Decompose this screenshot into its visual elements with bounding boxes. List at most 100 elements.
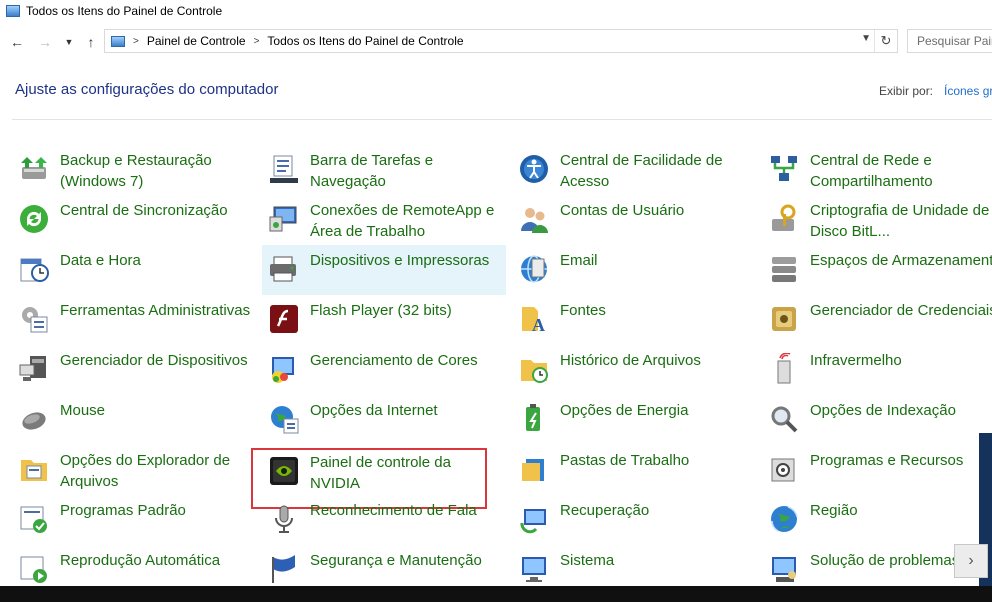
navigation-bar: ← → ▼ ↑ > Painel de Controle > Todos os … xyxy=(0,29,992,55)
address-bar[interactable]: > Painel de Controle > Todos os Itens do… xyxy=(104,29,898,53)
control-panel-item-label[interactable]: Reconhecimento de Fala xyxy=(310,500,506,521)
user-accounts-icon xyxy=(518,203,550,235)
color-management-icon xyxy=(268,353,300,385)
control-panel-item-label[interactable]: Opções de Indexação xyxy=(810,400,992,421)
chevron-down-icon[interactable]: ▼ xyxy=(861,33,871,44)
file-history-icon xyxy=(518,353,550,385)
control-panel-item-label[interactable]: Central de Facilidade de Acesso xyxy=(560,150,756,192)
sync-icon xyxy=(18,203,50,235)
control-panel-item[interactable]: Conexões de RemoteApp e Área de Trabalho xyxy=(262,195,506,245)
arrow-up-icon[interactable]: ↑ xyxy=(82,33,100,51)
control-panel-item[interactable]: Histórico de Arquivos xyxy=(512,345,756,395)
region-icon xyxy=(768,503,800,535)
control-panel-item[interactable]: Email xyxy=(512,245,756,295)
control-panel-item-label[interactable]: Histórico de Arquivos xyxy=(560,350,756,371)
title-bar: Todos os Itens do Painel de Controle xyxy=(0,0,992,22)
search-input[interactable]: Pesquisar Painel de Controle xyxy=(907,29,992,53)
breadcrumb-control-panel[interactable]: Painel de Controle xyxy=(147,34,246,48)
control-panel-item[interactable]: Opções da Internet xyxy=(262,395,506,445)
breadcrumb-all-items[interactable]: Todos os Itens do Painel de Controle xyxy=(267,34,463,48)
arrow-right-icon[interactable]: → xyxy=(36,33,54,51)
control-panel-item[interactable]: Opções de Indexação xyxy=(762,395,992,445)
control-panel-item[interactable]: Reconhecimento de Fala xyxy=(262,495,506,545)
control-panel-item-label[interactable]: Dispositivos e Impressoras xyxy=(310,250,506,271)
control-panel-item-label[interactable]: Fontes xyxy=(560,300,756,321)
control-panel-item-label[interactable]: Email xyxy=(560,250,756,271)
credential-manager-icon xyxy=(768,303,800,335)
control-panel-item[interactable]: Central de Rede e Compartilhamento xyxy=(762,145,992,195)
chevron-right-icon[interactable]: > xyxy=(254,36,260,47)
control-panel-item-label[interactable]: Opções de Energia xyxy=(560,400,756,421)
control-panel-item-label[interactable]: Barra de Tarefas e Navegação xyxy=(310,150,506,192)
view-by-dropdown[interactable]: Ícones grandes xyxy=(944,84,992,98)
control-panel-item-label[interactable]: Infravermelho xyxy=(810,350,992,371)
control-panel-item-label[interactable]: Flash Player (32 bits) xyxy=(310,300,506,321)
control-panel-item[interactable]: Opções de Energia xyxy=(512,395,756,445)
control-panel-item-label[interactable]: Data e Hora xyxy=(60,250,256,271)
control-panel-item[interactable]: Flash Player (32 bits) xyxy=(262,295,506,345)
security-maintenance-icon xyxy=(268,553,300,585)
control-panel-item-label[interactable]: Mouse xyxy=(60,400,256,421)
control-panel-item[interactable]: Espaços de Armazenamento xyxy=(762,245,992,295)
control-panel-item-label[interactable]: Opções da Internet xyxy=(310,400,506,421)
control-panel-item[interactable]: Gerenciador de Credenciais xyxy=(762,295,992,345)
control-panel-item[interactable]: Programas e Recursos xyxy=(762,445,992,495)
control-panel-item[interactable]: Mouse xyxy=(12,395,256,445)
control-panel-item-label[interactable]: Região xyxy=(810,500,992,521)
flash-player-icon xyxy=(268,303,300,335)
window-title: Todos os Itens do Painel de Controle xyxy=(26,4,223,18)
control-panel-icon xyxy=(6,5,20,17)
control-panel-item[interactable]: Pastas de Trabalho xyxy=(512,445,756,495)
control-panel-item-label[interactable]: Recuperação xyxy=(560,500,756,521)
control-panel-item[interactable]: Gerenciador de Dispositivos xyxy=(12,345,256,395)
control-panel-item[interactable]: A Fontes xyxy=(512,295,756,345)
email-icon xyxy=(518,253,550,285)
control-panel-item[interactable]: Infravermelho xyxy=(762,345,992,395)
control-panel-item-label[interactable]: Sistema xyxy=(560,550,756,571)
control-panel-item[interactable]: Criptografia de Unidade de Disco BitL... xyxy=(762,195,992,245)
arrow-left-icon[interactable]: ← xyxy=(8,33,26,51)
control-panel-item[interactable]: Data e Hora xyxy=(12,245,256,295)
control-panel-item[interactable]: Backup e Restauração (Windows 7) xyxy=(12,145,256,195)
control-panel-item-label[interactable]: Programas Padrão xyxy=(60,500,256,521)
control-panel-icon xyxy=(111,35,125,47)
control-panel-item-label[interactable]: Opções do Explorador de Arquivos xyxy=(60,450,256,492)
system-icon xyxy=(518,553,550,585)
control-panel-item-label[interactable]: Painel de controle da NVIDIA xyxy=(310,452,480,494)
control-panel-item-label[interactable]: Gerenciador de Dispositivos xyxy=(60,350,256,371)
control-panel-item[interactable]: Central de Facilidade de Acesso xyxy=(512,145,756,195)
remoteapp-icon xyxy=(268,203,300,235)
chevron-right-icon[interactable]: › xyxy=(954,544,988,578)
control-panel-item-label[interactable]: Pastas de Trabalho xyxy=(560,450,756,471)
control-panel-item-label[interactable]: Contas de Usuário xyxy=(560,200,756,221)
control-panel-item-label[interactable]: Gerenciador de Credenciais xyxy=(810,300,992,321)
control-panel-item-label[interactable]: Central de Sincronização xyxy=(60,200,256,221)
control-panel-item-label[interactable]: Espaços de Armazenamento xyxy=(810,250,992,271)
control-panel-item-label[interactable]: Programas e Recursos xyxy=(810,450,992,471)
control-panel-item[interactable]: Recuperação xyxy=(512,495,756,545)
control-panel-item[interactable]: Região xyxy=(762,495,992,545)
power-options-icon xyxy=(518,403,550,435)
control-panel-item-label[interactable]: Criptografia de Unidade de Disco BitL... xyxy=(810,200,992,242)
control-panel-item[interactable]: Opções do Explorador de Arquivos xyxy=(12,445,256,495)
control-panel-item[interactable]: Barra de Tarefas e Navegação xyxy=(262,145,506,195)
bitlocker-icon xyxy=(768,203,800,235)
refresh-icon[interactable]: ↻ xyxy=(874,30,897,52)
control-panel-item[interactable]: Ferramentas Administrativas xyxy=(12,295,256,345)
control-panel-item-label[interactable]: Ferramentas Administrativas xyxy=(60,300,256,321)
control-panel-item[interactable]: Central de Sincronização xyxy=(12,195,256,245)
page-title: Ajuste as configurações do computador xyxy=(15,81,279,98)
control-panel-item-label[interactable]: Reprodução Automática xyxy=(60,550,256,571)
control-panel-item-label[interactable]: Segurança e Manutenção xyxy=(310,550,506,571)
control-panel-item[interactable]: Programas Padrão xyxy=(12,495,256,545)
control-panel-item[interactable]: Gerenciamento de Cores xyxy=(262,345,506,395)
control-panel-item-label[interactable]: Backup e Restauração (Windows 7) xyxy=(60,150,256,192)
work-folders-icon xyxy=(518,453,550,485)
control-panel-item-label[interactable]: Gerenciamento de Cores xyxy=(310,350,506,371)
chevron-down-icon[interactable]: ▼ xyxy=(60,33,78,51)
control-panel-item-label[interactable]: Central de Rede e Compartilhamento xyxy=(810,150,992,192)
control-panel-item[interactable]: Dispositivos e Impressoras xyxy=(262,245,506,295)
control-panel-item-label[interactable]: Conexões de RemoteApp e Área de Trabalho xyxy=(310,200,506,242)
chevron-right-icon[interactable]: > xyxy=(133,36,139,47)
control-panel-item[interactable]: Contas de Usuário xyxy=(512,195,756,245)
